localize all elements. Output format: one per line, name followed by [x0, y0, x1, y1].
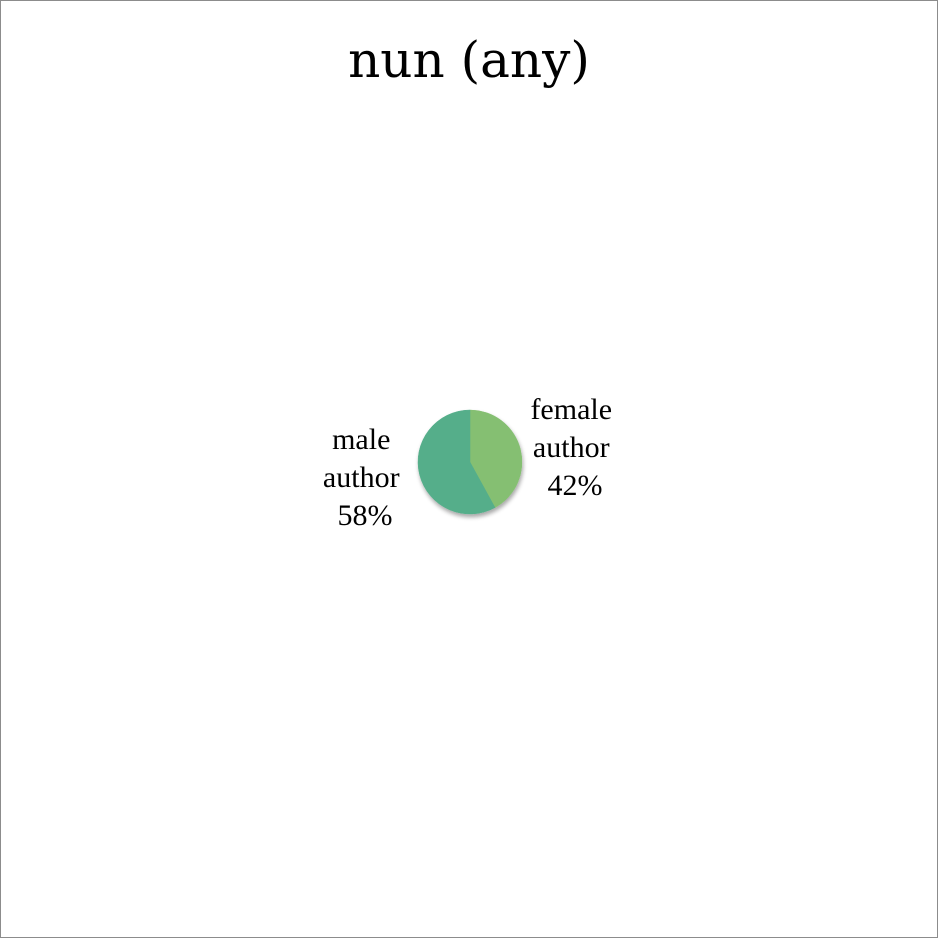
slice-label-male-line2: author: [323, 461, 400, 494]
slice-label-male-percent: 58%: [338, 499, 393, 532]
slice-label-male: male author 58%: [323, 423, 407, 532]
chart-frame: nun (any) female author 42% male author …: [0, 0, 938, 938]
pie-chart: nun (any) female author 42% male author …: [323, 31, 619, 532]
slice-label-male-line1: male: [332, 423, 390, 456]
chart-title: nun (any): [348, 31, 590, 89]
slice-label-female-percent: 42%: [548, 469, 603, 502]
pie-slices: [417, 409, 523, 515]
slice-label-female-line1: female: [530, 393, 612, 426]
slice-label-female-line2: author: [533, 431, 610, 464]
slice-label-female: female author 42%: [530, 393, 619, 502]
